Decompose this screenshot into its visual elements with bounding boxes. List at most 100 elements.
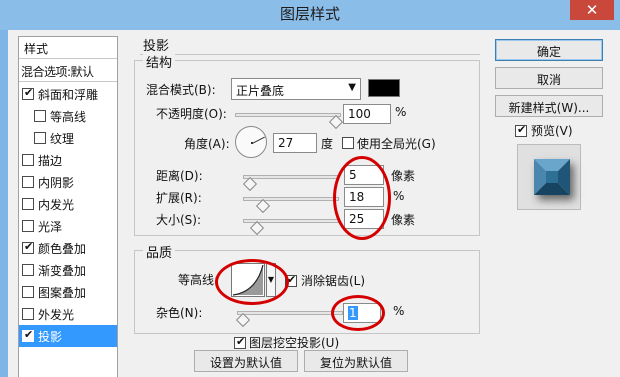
spread-slider-thumb[interactable] xyxy=(256,198,271,214)
contour-dropdown-arrow[interactable]: ▼ xyxy=(266,263,276,297)
chevron-down-icon: ▼ xyxy=(348,82,356,93)
opacity-input[interactable]: 100 xyxy=(343,104,391,124)
blend-mode-select[interactable]: 正片叠底 ▼ xyxy=(231,78,361,100)
style-item-checkbox[interactable] xyxy=(22,264,34,276)
style-item-checkbox[interactable] xyxy=(34,110,46,122)
close-button[interactable]: ✕ xyxy=(570,0,614,20)
drop-shadow-title: 投影 xyxy=(140,35,480,55)
angle-input[interactable]: 27 xyxy=(273,133,317,153)
style-item-checkbox[interactable] xyxy=(22,308,34,320)
make-default-button[interactable]: 设置为默认值 xyxy=(194,350,298,372)
distance-slider-track[interactable] xyxy=(243,175,339,179)
style-item[interactable]: 斜面和浮雕 xyxy=(19,83,117,105)
style-item-checkbox[interactable] xyxy=(22,86,34,100)
knockout-label: 图层挖空投影(U) xyxy=(249,336,340,350)
style-item-label: 描边 xyxy=(38,154,63,168)
style-item[interactable]: 等高线 xyxy=(19,105,117,127)
style-preview-box xyxy=(517,144,581,210)
contour-label: 等高线: xyxy=(178,273,219,287)
dialog-client: 样式 混合选项:默认 斜面和浮雕等高线纹理描边内阴影内发光光泽颜色叠加渐变叠加图… xyxy=(8,30,620,377)
style-item[interactable]: 纹理 xyxy=(19,127,117,149)
quality-group: 品质 等高线: ▼ 消除锯齿(L) 杂色(N): 1 % xyxy=(134,242,480,334)
style-item-label: 等高线 xyxy=(50,110,87,124)
distance-slider-thumb[interactable] xyxy=(242,176,257,192)
opacity-slider-track[interactable] xyxy=(235,113,341,117)
new-style-button[interactable]: 新建样式(W)... xyxy=(495,95,603,117)
style-item[interactable]: 颜色叠加 xyxy=(19,237,117,259)
style-list-header[interactable]: 样式 xyxy=(19,37,117,59)
knockout-checkbox[interactable] xyxy=(234,335,246,349)
noise-label: 杂色(N): xyxy=(156,306,203,320)
blend-options-item[interactable]: 混合选项:默认 xyxy=(19,60,117,82)
anti-alias-label: 消除锯齿(L) xyxy=(301,274,366,288)
spread-label: 扩展(R): xyxy=(156,191,202,205)
window-title: 图层样式 xyxy=(279,5,340,23)
style-item-checkbox[interactable] xyxy=(22,198,34,210)
preview-checkbox[interactable] xyxy=(515,123,527,137)
angle-label: 角度(A): xyxy=(184,137,230,151)
size-unit: 像素 xyxy=(391,213,416,227)
spread-slider-track[interactable] xyxy=(243,197,339,201)
style-item[interactable]: 内阴影 xyxy=(19,171,117,193)
style-item-label: 光泽 xyxy=(38,220,63,234)
anti-alias-checkbox[interactable] xyxy=(285,273,297,287)
style-item-checkbox[interactable] xyxy=(22,220,34,232)
noise-input[interactable]: 1 xyxy=(343,303,381,323)
style-item-checkbox[interactable] xyxy=(34,132,46,144)
style-item-checkbox[interactable] xyxy=(22,240,34,254)
ok-button[interactable]: 确定 xyxy=(495,39,603,61)
angle-dial[interactable] xyxy=(235,126,267,158)
bevel-preview-icon xyxy=(534,159,570,195)
distance-input[interactable]: 5 xyxy=(344,165,384,185)
preview-swatch xyxy=(534,159,570,195)
title-bar[interactable]: 图层样式 ✕ xyxy=(0,0,620,30)
style-item-label: 颜色叠加 xyxy=(38,242,87,256)
style-item[interactable]: 描边 xyxy=(19,149,117,171)
style-item[interactable]: 内发光 xyxy=(19,193,117,215)
structure-title: 结构 xyxy=(143,52,176,71)
contour-curve-icon xyxy=(232,264,264,296)
style-item[interactable]: 渐变叠加 xyxy=(19,259,117,281)
style-item-label: 斜面和浮雕 xyxy=(38,88,99,102)
angle-dial-needle xyxy=(252,136,265,144)
structure-group: 结构 混合模式(B): 正片叠底 ▼ 不透明度(O): 100 % 角度(A):… xyxy=(134,52,480,240)
style-item-checkbox[interactable] xyxy=(22,176,34,188)
style-item-label: 内阴影 xyxy=(38,176,75,190)
style-item[interactable]: 外发光 xyxy=(19,303,117,325)
style-item-label: 内发光 xyxy=(38,198,75,212)
spread-input[interactable]: 18 xyxy=(344,187,384,207)
style-item-label: 投影 xyxy=(38,330,63,344)
shadow-color-swatch[interactable] xyxy=(368,79,400,97)
reset-default-button[interactable]: 复位为默认值 xyxy=(304,350,408,372)
angle-unit: 度 xyxy=(321,137,334,151)
style-item-label: 图案叠加 xyxy=(38,286,87,300)
blend-mode-value: 正片叠底 xyxy=(236,84,285,98)
size-input[interactable]: 25 xyxy=(344,209,384,229)
cancel-button[interactable]: 取消 xyxy=(495,67,603,89)
opacity-unit: % xyxy=(395,105,407,119)
style-item[interactable]: 图案叠加 xyxy=(19,281,117,303)
spread-unit: % xyxy=(393,189,405,203)
size-slider-thumb[interactable] xyxy=(249,220,264,236)
noise-slider-track[interactable] xyxy=(237,311,343,315)
preview-label: 预览(V) xyxy=(531,124,573,138)
noise-slider-thumb[interactable] xyxy=(235,312,251,328)
style-item-checkbox[interactable] xyxy=(22,286,34,298)
distance-label: 距离(D): xyxy=(156,169,203,183)
size-label: 大小(S): xyxy=(156,213,202,227)
global-light-checkbox[interactable] xyxy=(342,137,354,149)
style-item-checkbox[interactable] xyxy=(22,328,34,342)
opacity-label: 不透明度(O): xyxy=(156,107,227,121)
opacity-slider-thumb[interactable] xyxy=(328,114,344,130)
style-item-label: 外发光 xyxy=(38,308,75,322)
global-light-label: 使用全局光(G) xyxy=(357,137,436,151)
style-item-checkbox[interactable] xyxy=(22,154,34,166)
style-item[interactable]: 光泽 xyxy=(19,215,117,237)
distance-unit: 像素 xyxy=(391,169,416,183)
style-item-label: 纹理 xyxy=(50,132,75,146)
layer-style-dialog: 图层样式 ✕ 样式 混合选项:默认 斜面和浮雕等高线纹理描边内阴影内发光光泽颜色… xyxy=(0,0,620,377)
blend-mode-label: 混合模式(B): xyxy=(146,83,216,97)
noise-value-selected: 1 xyxy=(348,306,358,320)
contour-picker[interactable] xyxy=(231,263,265,297)
style-item[interactable]: 投影 xyxy=(19,325,117,347)
